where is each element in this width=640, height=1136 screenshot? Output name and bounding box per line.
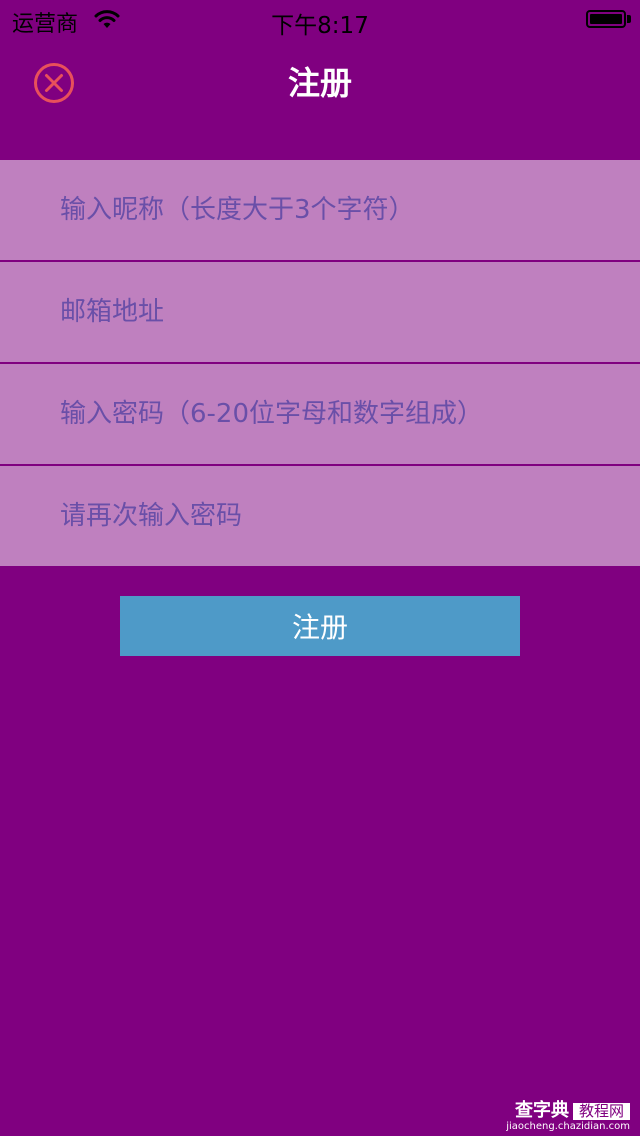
page-title: 注册 <box>287 64 352 102</box>
watermark: 查字典 教程网 jiaocheng.chazidian.com <box>506 1101 630 1132</box>
register-screen: 运营商 下午8:17 注册 注册 查字典教程网 <box>0 0 640 1136</box>
watermark-tag: 教程网 <box>572 1103 630 1120</box>
email-input[interactable] <box>60 262 620 362</box>
confirm-password-input[interactable] <box>60 466 620 566</box>
status-bar: 运营商 下午8:17 <box>0 0 640 40</box>
battery-tip <box>627 15 631 23</box>
nickname-input[interactable] <box>60 160 620 260</box>
nickname-field-row <box>0 160 640 262</box>
battery-icon <box>586 10 626 28</box>
watermark-url: jiaocheng.chazidian.com <box>506 1121 630 1132</box>
status-time: 下午8:17 <box>271 13 369 39</box>
battery-level <box>590 14 622 24</box>
confirm-password-field-row <box>0 466 640 566</box>
register-button[interactable]: 注册 <box>120 596 520 656</box>
password-input[interactable] <box>60 364 620 464</box>
email-field-row <box>0 262 640 364</box>
register-form <box>0 160 640 566</box>
watermark-brand: 查字典 <box>514 1100 569 1122</box>
password-field-row <box>0 364 640 466</box>
